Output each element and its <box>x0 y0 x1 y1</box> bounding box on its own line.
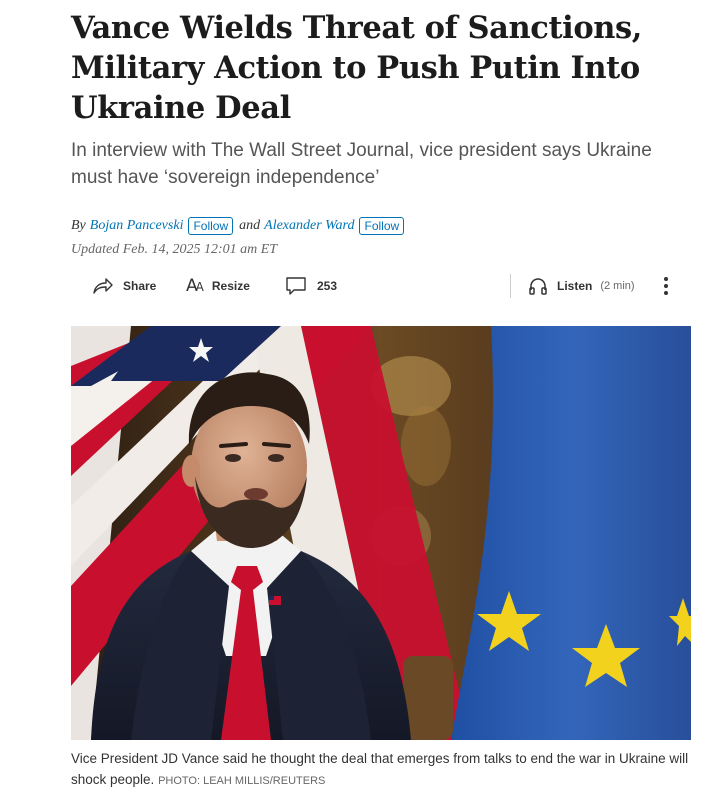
byline-and: and <box>239 218 261 233</box>
article-toolbar: Share AA Resize 253 Listen (2 min) <box>88 270 688 302</box>
more-options-button[interactable] <box>658 270 674 302</box>
listen-label: Listen <box>557 279 593 293</box>
resize-label: Resize <box>211 279 250 293</box>
comment-icon <box>285 275 307 297</box>
share-icon <box>92 276 114 296</box>
share-button[interactable]: Share <box>92 270 156 302</box>
listen-button[interactable]: Listen (2 min) <box>528 270 635 302</box>
share-label: Share <box>123 279 157 293</box>
author-link-alexander-ward[interactable]: Alexander Ward <box>264 218 354 234</box>
article-photo <box>71 326 691 740</box>
resize-icon: AA <box>186 276 204 296</box>
more-vertical-icon <box>663 275 669 297</box>
toolbar-divider <box>510 274 511 298</box>
photo-caption: Vice President JD Vance said he thought … <box>71 748 691 792</box>
follow-button-author1[interactable]: Follow <box>188 217 234 235</box>
byline: By Bojan Pancevski Follow and Alexander … <box>71 217 691 235</box>
comment-count: 253 <box>317 279 338 293</box>
follow-button-author2[interactable]: Follow <box>359 217 405 235</box>
article-timestamp: Updated Feb. 14, 2025 12:01 am ET <box>71 242 278 257</box>
photo-credit: PHOTO: LEAH MILLIS/REUTERS <box>158 775 326 787</box>
headphones-icon <box>528 276 548 296</box>
byline-by: By <box>71 218 86 233</box>
resize-button[interactable]: AA Resize <box>186 270 250 302</box>
author-link-bojan-pancevski[interactable]: Bojan Pancevski <box>90 218 184 234</box>
article-dek: In interview with The Wall Street Journa… <box>71 140 652 188</box>
comments-button[interactable]: 253 <box>285 270 337 302</box>
listen-duration: (2 min) <box>600 280 635 292</box>
article-headline: Vance Wields Threat of Sanctions, Milita… <box>71 10 643 126</box>
